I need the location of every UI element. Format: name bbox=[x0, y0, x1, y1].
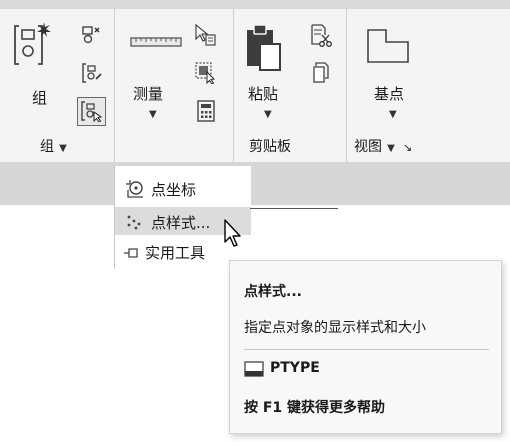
group-panel-title-text: 组 bbox=[40, 139, 54, 155]
utilities-icon bbox=[124, 248, 138, 258]
clipboard-panel-title-text: 剪贴板 bbox=[249, 139, 291, 155]
panel-separator bbox=[114, 9, 115, 162]
chevron-down-icon: ▼ bbox=[387, 143, 395, 154]
dropdown-item-label: 实用工具 bbox=[145, 244, 206, 262]
panel-separator bbox=[346, 9, 347, 162]
paste-icon bbox=[247, 24, 281, 71]
group-button[interactable]: 组 bbox=[14, 20, 64, 130]
select-similar-icon[interactable] bbox=[195, 62, 217, 84]
cut-icon[interactable] bbox=[310, 24, 332, 48]
dropdown-item-label: 点样式... bbox=[151, 214, 211, 232]
dropdown-item-label: 点坐标 bbox=[151, 181, 197, 199]
copy-icon[interactable] bbox=[312, 62, 330, 84]
ribbon-bottom-bar bbox=[0, 162, 510, 205]
view-panel-title-text: 视图 bbox=[354, 139, 382, 155]
chevron-down-icon: ▼ bbox=[59, 143, 67, 154]
dropdown-item-point-coordinates[interactable]: 点坐标 bbox=[115, 174, 251, 202]
tooltip-title: 点样式... bbox=[244, 284, 302, 300]
ungroup-icon[interactable] bbox=[82, 25, 100, 45]
ruler-icon bbox=[130, 37, 182, 47]
group-icon bbox=[14, 22, 51, 65]
basepoint-icon bbox=[367, 29, 409, 63]
group-button-label: 组 bbox=[32, 89, 48, 107]
tooltip: 点样式... 指定点对象的显示样式和大小 PTYPE 按 F1 键获得更多帮助 bbox=[229, 260, 502, 434]
point-coordinates-icon bbox=[126, 180, 143, 198]
basepoint-button-label: 基点 bbox=[374, 85, 405, 103]
group-edit-icon[interactable] bbox=[82, 62, 102, 84]
panel-separator bbox=[233, 9, 234, 162]
chevron-down-icon: ▼ bbox=[264, 109, 272, 120]
basepoint-button[interactable]: 基点 ▼ bbox=[360, 24, 420, 124]
tooltip-help-text: 按 F1 键获得更多帮助 bbox=[244, 400, 386, 416]
group-selection-icon bbox=[81, 101, 103, 122]
command-line-icon bbox=[244, 361, 264, 377]
tooltip-description: 指定点对象的显示样式和大小 bbox=[244, 320, 426, 336]
measure-button[interactable]: 测量 ▼ bbox=[125, 25, 185, 125]
quick-select-icon[interactable] bbox=[193, 24, 217, 48]
measure-button-label: 测量 bbox=[133, 85, 164, 103]
clipboard-panel-title: 剪贴板 bbox=[249, 136, 291, 156]
tooltip-divider bbox=[244, 349, 489, 350]
mouse-cursor-icon bbox=[224, 219, 241, 247]
view-panel-title[interactable]: 视图 ▼ ↘ bbox=[354, 136, 412, 156]
point-style-icon bbox=[127, 215, 141, 230]
calculator-icon[interactable] bbox=[197, 100, 215, 122]
paste-button-label: 粘贴 bbox=[248, 85, 279, 103]
group-selection-toggle[interactable] bbox=[77, 97, 106, 126]
paste-button[interactable]: 粘贴 ▼ bbox=[244, 22, 296, 122]
window-top-strip bbox=[0, 0, 510, 9]
dialog-launcher-icon[interactable]: ↘ bbox=[403, 141, 412, 154]
tooltip-command: PTYPE bbox=[270, 360, 320, 376]
chevron-down-icon: ▼ bbox=[149, 109, 157, 120]
group-panel-title[interactable]: 组 ▼ bbox=[40, 136, 67, 156]
slideout-divider bbox=[250, 208, 338, 209]
chevron-down-icon: ▼ bbox=[389, 109, 397, 120]
